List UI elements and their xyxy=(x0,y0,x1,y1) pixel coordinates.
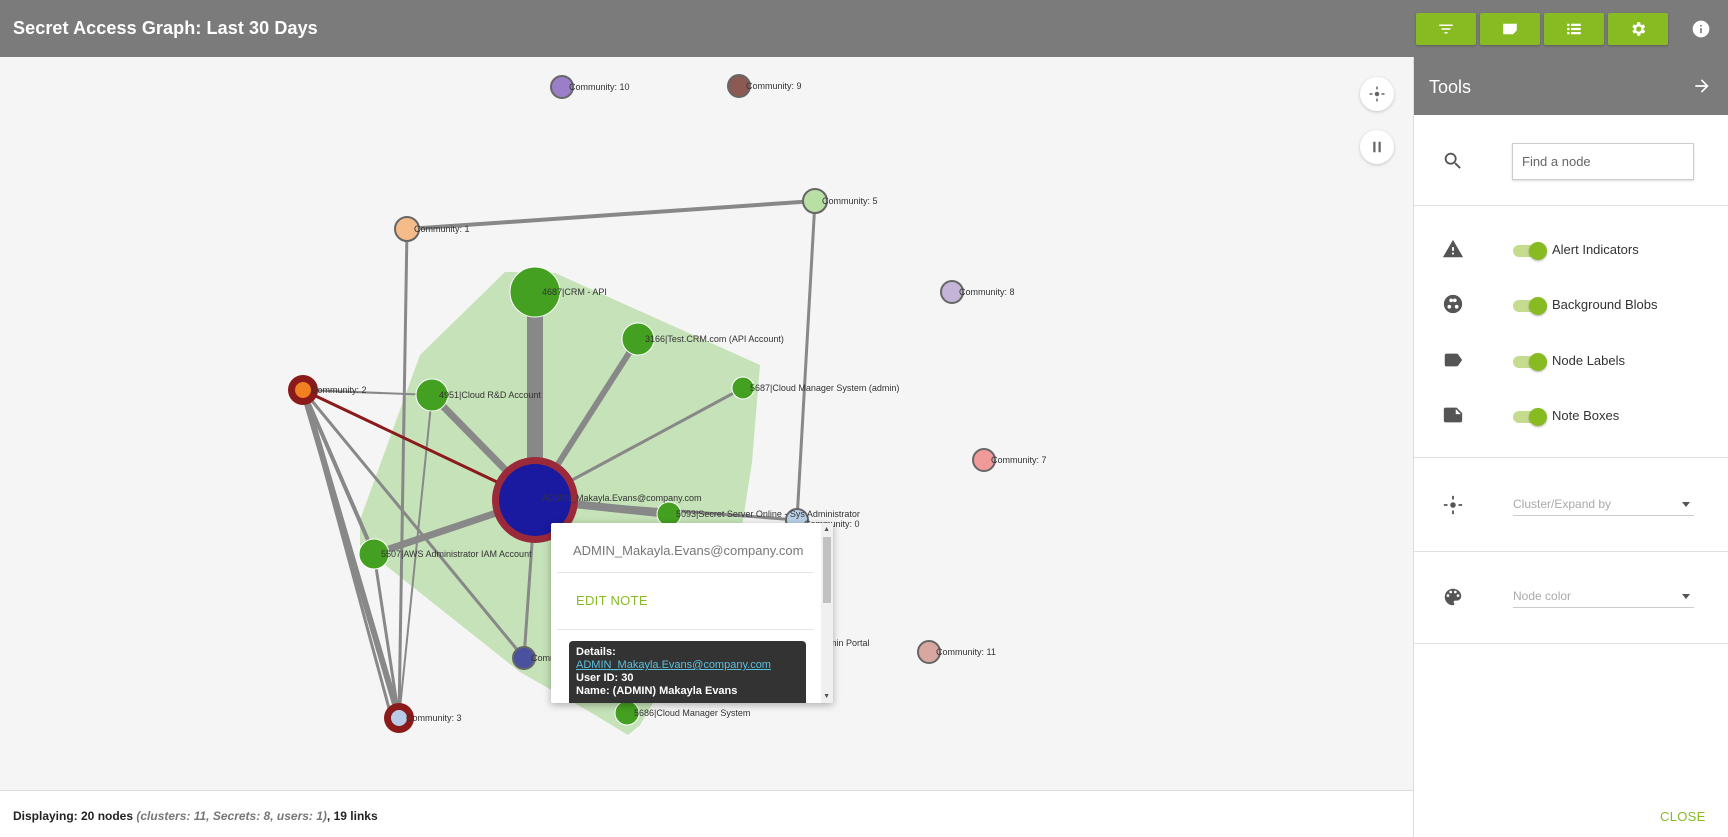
label-admin-user: ADMIN_Makayla.Evans@company.com xyxy=(542,493,702,503)
details-name: Name: (ADMIN) Makayla Evans xyxy=(576,685,738,697)
popup-details: Details: ADMIN_Makayla.Evans@company.com… xyxy=(569,641,806,703)
details-user-link[interactable]: ADMIN_Makayla.Evans@company.com xyxy=(576,659,799,672)
tools-divider xyxy=(1414,643,1728,644)
tools-header: Tools xyxy=(1414,57,1728,115)
label-community-9: Community: 9 xyxy=(746,81,802,91)
node-labels-label: Node Labels xyxy=(1552,353,1625,368)
background-blobs-label: Background Blobs xyxy=(1552,297,1658,312)
details-heading: Details: xyxy=(576,646,616,658)
scroll-thumb[interactable] xyxy=(823,537,831,603)
stats-prefix: Displaying: 20 nodes xyxy=(13,809,134,823)
node-labels-toggle[interactable] xyxy=(1513,353,1547,371)
note-icon xyxy=(1503,23,1517,35)
close-button[interactable]: CLOSE xyxy=(1660,809,1706,824)
list-button[interactable] xyxy=(1544,13,1604,45)
popup-divider xyxy=(557,629,813,630)
center-focus-icon xyxy=(1369,86,1385,102)
note-icon xyxy=(1442,404,1464,426)
note-boxes-label: Note Boxes xyxy=(1552,408,1620,423)
label-community-8: Community: 8 xyxy=(959,287,1015,297)
label-community-11: Community: 11 xyxy=(936,647,996,657)
list-icon xyxy=(1567,23,1581,35)
gear-icon xyxy=(1632,22,1646,36)
tools-divider xyxy=(1414,457,1728,458)
note-boxes-toggle[interactable] xyxy=(1513,408,1547,426)
node-color-placeholder: Node color xyxy=(1513,589,1572,603)
scroll-down-icon[interactable]: ▼ xyxy=(823,693,830,700)
details-user-id: User ID: 30 xyxy=(576,672,634,684)
tools-divider xyxy=(1414,551,1728,552)
popup-divider xyxy=(557,572,813,573)
alert-indicators-label: Alert Indicators xyxy=(1552,242,1639,257)
pause-fab[interactable] xyxy=(1360,130,1394,164)
label-cloud-mgr-admin: 5687|Cloud Manager System (admin) xyxy=(750,383,899,393)
community-node-2-core[interactable] xyxy=(295,382,311,398)
label-icon xyxy=(1442,349,1464,371)
cluster-expand-select[interactable]: Cluster/Expand by xyxy=(1513,492,1694,516)
info-button[interactable] xyxy=(1691,19,1711,39)
node-popup[interactable]: ADMIN_Makayla.Evans@company.com EDIT NOT… xyxy=(551,523,833,703)
info-icon xyxy=(1692,20,1710,38)
warning-icon xyxy=(1442,238,1464,260)
label-community-3: Community: 3 xyxy=(406,713,462,723)
label-aws-admin: 5507|AWS Administrator IAM Account xyxy=(381,549,532,559)
find-node-input[interactable] xyxy=(1512,143,1694,180)
label-community-5: Community: 5 xyxy=(822,196,878,206)
label-crm-api: 4687|CRM - API xyxy=(542,287,607,297)
page-title: Secret Access Graph: Last 30 Days xyxy=(13,18,318,38)
label-test-crm: 3166|Test.CRM.com (API Account) xyxy=(645,334,784,344)
tools-divider xyxy=(1414,205,1728,206)
blobs-icon xyxy=(1442,293,1464,315)
tools-panel: Tools Alert Indicators Background Blobs … xyxy=(1413,57,1728,837)
label-community-7: Community: 7 xyxy=(991,455,1047,465)
stats-detail: (clusters: 11, Secrets: 8, users: 1) xyxy=(136,809,327,823)
filter-icon xyxy=(1439,24,1453,34)
node-color-select[interactable]: Node color xyxy=(1513,584,1694,608)
label-community-2: Community: 2 xyxy=(311,385,367,395)
pause-icon xyxy=(1373,141,1381,153)
notes-button[interactable] xyxy=(1480,13,1540,45)
popup-scrollbar[interactable]: ▲ ▼ xyxy=(821,523,833,703)
settings-button[interactable] xyxy=(1608,13,1668,45)
status-bar: Displaying: 20 nodes (clusters: 11, Secr… xyxy=(0,790,1413,837)
palette-icon xyxy=(1442,586,1464,608)
label-cloud-mgr: 5686|Cloud Manager System xyxy=(634,708,750,718)
cluster-icon xyxy=(1442,494,1464,516)
label-cloud-rd: 4951|Cloud R&D Account xyxy=(439,390,541,400)
background-blobs-toggle[interactable] xyxy=(1513,297,1547,315)
collapse-panel-button[interactable] xyxy=(1692,76,1712,96)
scroll-up-icon[interactable]: ▲ xyxy=(823,526,830,533)
toolbar xyxy=(1416,13,1668,45)
chevron-down-icon xyxy=(1682,502,1690,507)
cluster-expand-placeholder: Cluster/Expand by xyxy=(1513,497,1612,511)
cluster-fab[interactable] xyxy=(1360,77,1394,111)
label-community-1: Community: 1 xyxy=(414,224,470,234)
chevron-down-icon xyxy=(1682,594,1690,599)
stats-suffix: , 19 links xyxy=(326,809,378,823)
display-stats: Displaying: 20 nodes (clusters: 11, Secr… xyxy=(13,809,378,823)
label-community-10: Community: 10 xyxy=(569,82,630,92)
label-secret-server: 5093|Secret Server Online - Sys Administ… xyxy=(676,509,860,519)
edit-note-button[interactable]: EDIT NOTE xyxy=(576,593,648,608)
top-bar: Secret Access Graph: Last 30 Days xyxy=(0,0,1728,57)
filter-button[interactable] xyxy=(1416,13,1476,45)
popup-title: ADMIN_Makayla.Evans@company.com xyxy=(573,543,804,558)
community-node-3-core[interactable] xyxy=(391,710,407,726)
tools-title: Tools xyxy=(1429,77,1472,97)
alert-indicators-toggle[interactable] xyxy=(1513,242,1547,260)
search-icon xyxy=(1442,150,1464,172)
graph-canvas[interactable]: Community: 10 Community: 9 Community: 5 … xyxy=(0,57,1413,790)
arrow-right-icon xyxy=(1695,79,1709,93)
